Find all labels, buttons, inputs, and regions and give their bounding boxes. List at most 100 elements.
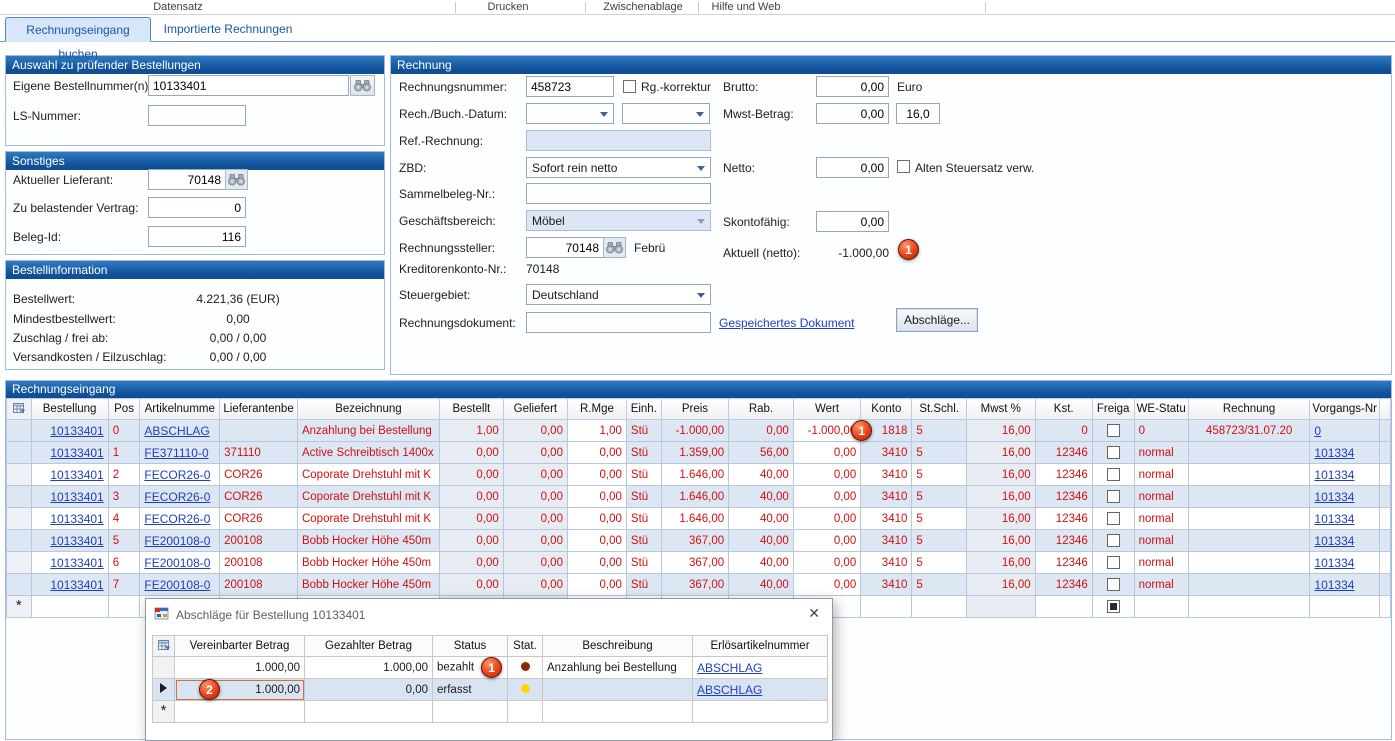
col-kst[interactable]: Kst. bbox=[1035, 399, 1092, 420]
rechnungsnummer-input[interactable] bbox=[526, 76, 614, 97]
freigabe-checkbox[interactable] bbox=[1107, 424, 1120, 437]
table-row[interactable]: 101334015FE200108-0200108Bobb Hocker Höh… bbox=[7, 530, 1391, 552]
alter-steuersatz-checkbox[interactable] bbox=[897, 160, 910, 173]
table-row[interactable]: 101334011FE371110-0371110Active Schreibt… bbox=[7, 442, 1391, 464]
table-row[interactable]: 101334017FE200108-0200108Bobb Hocker Höh… bbox=[7, 574, 1391, 596]
grid-link[interactable]: ABSCHLAG bbox=[697, 683, 762, 697]
col-sel[interactable] bbox=[7, 399, 32, 420]
grid-link[interactable]: 101334 bbox=[1314, 468, 1354, 482]
col-gezahlter[interactable]: Gezahlter Betrag bbox=[305, 636, 433, 657]
col-bestellt[interactable]: Bestellt bbox=[439, 399, 503, 420]
col-status[interactable]: Status bbox=[433, 636, 508, 657]
freigabe-checkbox[interactable] bbox=[1107, 600, 1120, 613]
col-stschl[interactable]: St.Schl. bbox=[912, 399, 966, 420]
zbd-combo[interactable]: Sofort rein netto bbox=[526, 157, 711, 178]
col-freiga[interactable]: Freiga bbox=[1092, 399, 1134, 420]
netto-input[interactable] bbox=[816, 157, 889, 178]
col-erloes[interactable]: Erlösartikelnummer bbox=[693, 636, 828, 657]
col-einh[interactable]: Einh. bbox=[626, 399, 661, 420]
table-row[interactable]: * bbox=[153, 701, 828, 723]
table-row[interactable]: 101334010ABSCHLAGAnzahlung bei Bestellun… bbox=[7, 420, 1391, 442]
close-icon[interactable]: ✕ bbox=[808, 605, 820, 622]
grid-link[interactable]: ABSCHLAG bbox=[697, 661, 762, 675]
tab-rechnungseingang-buchen[interactable]: Rechnungseingang buchen bbox=[5, 17, 151, 42]
grid-link[interactable]: FECOR26-0 bbox=[144, 468, 210, 482]
col-lieferant[interactable]: Lieferantenbe bbox=[220, 399, 298, 420]
freigabe-checkbox[interactable] bbox=[1107, 512, 1120, 525]
freigabe-checkbox[interactable] bbox=[1107, 534, 1120, 547]
aktueller-lieferant-input[interactable] bbox=[148, 169, 226, 190]
freigabe-checkbox[interactable] bbox=[1107, 446, 1120, 459]
grid-link[interactable]: FE200108-0 bbox=[144, 578, 210, 592]
grid-link[interactable]: ABSCHLAG bbox=[144, 424, 209, 438]
col-sel[interactable] bbox=[153, 636, 175, 657]
search-lieferant-button[interactable] bbox=[225, 169, 248, 190]
ls-nummer-input[interactable] bbox=[148, 105, 246, 126]
grid-link[interactable]: 10133401 bbox=[50, 512, 103, 526]
col-konto[interactable]: Konto bbox=[861, 399, 912, 420]
gespeichertes-dokument-link[interactable]: Gespeichertes Dokument bbox=[719, 316, 854, 330]
col-westatus[interactable]: WE-Statu bbox=[1134, 399, 1188, 420]
grid-link[interactable]: 101334 bbox=[1314, 534, 1354, 548]
search-rechnungssteller-button[interactable] bbox=[603, 237, 626, 258]
grid-link[interactable]: FE371110-0 bbox=[144, 446, 208, 460]
rechnungsdokument-input[interactable] bbox=[526, 312, 711, 333]
rg-korrektur-checkbox[interactable] bbox=[623, 80, 636, 93]
beleg-id-input[interactable] bbox=[148, 226, 246, 247]
table-row[interactable]: 101334013FECOR26-0COR26Coporate Drehstuh… bbox=[7, 486, 1391, 508]
col-stat[interactable]: Stat. bbox=[508, 636, 543, 657]
table-row[interactable]: 101334016FE200108-0200108Bobb Hocker Höh… bbox=[7, 552, 1391, 574]
grid-link[interactable]: 101334 bbox=[1314, 490, 1354, 504]
freigabe-checkbox[interactable] bbox=[1107, 468, 1120, 481]
col-vereinbarter[interactable]: Vereinbarter Betrag bbox=[175, 636, 305, 657]
table-row[interactable]: 101334014FECOR26-0COR26Coporate Drehstuh… bbox=[7, 508, 1391, 530]
rechnungsdatum-combo[interactable] bbox=[526, 103, 614, 124]
col-rmge[interactable]: R.Mge bbox=[567, 399, 626, 420]
table-row[interactable]: 1.000,001.000,00bezahlt1Anzahlung bei Be… bbox=[153, 657, 828, 679]
grid-link[interactable]: 10133401 bbox=[50, 490, 103, 504]
freigabe-checkbox[interactable] bbox=[1107, 556, 1120, 569]
grid-link[interactable]: FECOR26-0 bbox=[144, 490, 210, 504]
grid-link[interactable]: 10133401 bbox=[50, 424, 103, 438]
brutto-input[interactable] bbox=[816, 76, 889, 97]
grid-link[interactable]: FE200108-0 bbox=[144, 534, 210, 548]
freigabe-checkbox[interactable] bbox=[1107, 578, 1120, 591]
col-mwst[interactable]: Mwst % bbox=[966, 399, 1035, 420]
col-geliefert[interactable]: Geliefert bbox=[503, 399, 567, 420]
skontofaehig-input[interactable] bbox=[816, 211, 889, 232]
freigabe-checkbox[interactable] bbox=[1107, 490, 1120, 503]
sammelbeleg-input[interactable] bbox=[526, 183, 711, 204]
grid-link[interactable]: 101334 bbox=[1314, 446, 1354, 460]
col-wert[interactable]: Wert bbox=[793, 399, 860, 420]
grid-link[interactable]: 0 bbox=[1314, 424, 1321, 438]
grid-link[interactable]: FE200108-0 bbox=[144, 556, 210, 570]
col-pad[interactable] bbox=[1379, 399, 1390, 420]
col-preis[interactable]: Preis bbox=[661, 399, 728, 420]
col-pos[interactable]: Pos bbox=[108, 399, 140, 420]
grid-link[interactable]: 101334 bbox=[1314, 512, 1354, 526]
mwst-betrag-input[interactable] bbox=[816, 103, 889, 124]
grid-link[interactable]: 101334 bbox=[1314, 556, 1354, 570]
col-bezeichnung[interactable]: Bezeichnung bbox=[297, 399, 439, 420]
buchungsdatum-combo[interactable] bbox=[622, 103, 710, 124]
tab-importierte-rechnungen[interactable]: Importierte Rechnungen bbox=[153, 17, 303, 42]
mwst-satz-input[interactable] bbox=[896, 103, 940, 124]
grid-link[interactable]: 10133401 bbox=[50, 468, 103, 482]
steuergebiet-combo[interactable]: Deutschland bbox=[526, 284, 711, 305]
col-vorgangsnr[interactable]: Vorgangs-Nr bbox=[1310, 399, 1380, 420]
col-rab[interactable]: Rab. bbox=[729, 399, 794, 420]
abschlaege-button[interactable]: Abschläge... bbox=[896, 308, 978, 332]
table-row[interactable]: 21.000,000,00erfasstABSCHLAG bbox=[153, 679, 828, 701]
grid-link[interactable]: 10133401 bbox=[50, 556, 103, 570]
eigene-bestellnummer-input[interactable] bbox=[148, 75, 349, 96]
col-beschreibung[interactable]: Beschreibung bbox=[543, 636, 693, 657]
grid-link[interactable]: FECOR26-0 bbox=[144, 512, 210, 526]
col-artikelnummer[interactable]: Artikelnumme bbox=[140, 399, 220, 420]
col-rechnung[interactable]: Rechnung bbox=[1188, 399, 1310, 420]
zu-belastender-vertrag-input[interactable] bbox=[148, 197, 246, 218]
grid-link[interactable]: 10133401 bbox=[50, 446, 103, 460]
grid-link[interactable]: 101334 bbox=[1314, 578, 1354, 592]
grid-link[interactable]: 10133401 bbox=[50, 578, 103, 592]
rechnungssteller-input[interactable] bbox=[526, 237, 604, 258]
grid-link[interactable]: 10133401 bbox=[50, 534, 103, 548]
